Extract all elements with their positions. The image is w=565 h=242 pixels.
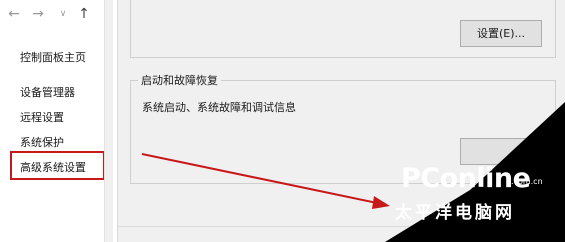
nav-toolbar: ← → ∨ ↑ <box>0 0 117 30</box>
watermark: PConline .com.cn 太平洋电脑网 <box>387 160 555 232</box>
nav-item-remote-settings[interactable]: 远程设置 <box>20 109 64 125</box>
back-arrow-icon[interactable]: ← <box>6 5 22 23</box>
nav-item-system-protection[interactable]: 系统保护 <box>20 134 64 150</box>
up-arrow-icon[interactable]: ↑ <box>76 5 92 23</box>
watermark-domain: .com.cn <box>511 177 543 186</box>
nav-item-device-manager[interactable]: 设备管理器 <box>20 84 75 100</box>
startup-recovery-title: 启动和故障恢复 <box>138 72 221 88</box>
settings-button[interactable]: 设置(E)... <box>460 20 542 47</box>
startup-recovery-description: 系统启动、系统故障和调试信息 <box>142 101 296 114</box>
watermark-chinese: 太平洋电脑网 <box>395 203 515 223</box>
nav-scrollbar[interactable] <box>104 0 113 242</box>
control-panel-home-link[interactable]: 控制面板主页 <box>20 49 86 65</box>
chevron-down-icon[interactable]: ∨ <box>55 5 71 23</box>
forward-arrow-icon[interactable]: → <box>30 5 46 23</box>
highlight-box <box>10 151 105 180</box>
left-nav-pane: ← → ∨ ↑ 控制面板主页 设备管理器 远程设置 系统保护 高级系统设置 <box>0 0 117 242</box>
